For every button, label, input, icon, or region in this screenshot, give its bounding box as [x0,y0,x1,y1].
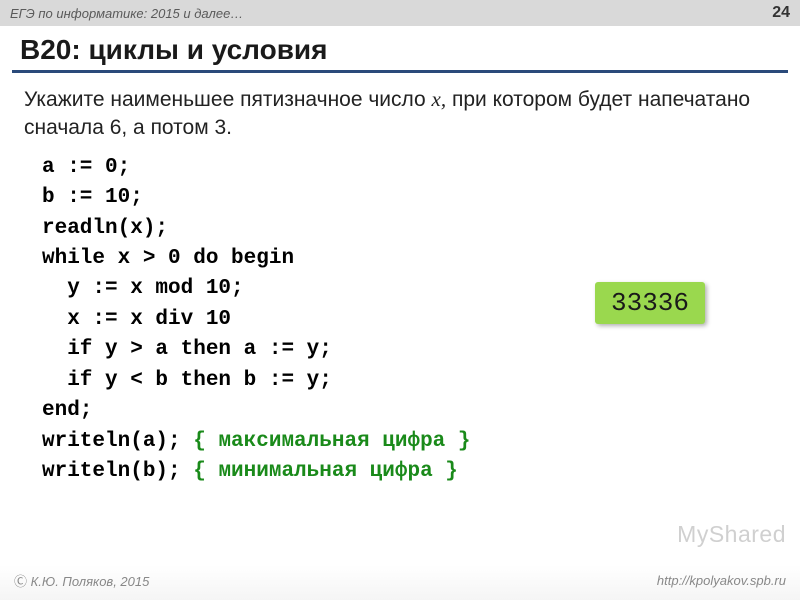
code-line: a := 0; [42,156,130,179]
slide: ЕГЭ по информатике: 2015 и далее… 24 B20… [0,0,800,600]
slide-title: B20: циклы и условия [0,26,800,70]
code-comment: { минимальная цифра } [193,460,458,483]
title-underline [12,70,788,73]
page-number: 24 [772,4,790,22]
question-part1: Укажите наименьшее пятизначное число [24,88,432,111]
answer-box: 33336 [595,282,705,324]
code-line: writeln(a); [42,430,193,453]
code-line: b := 10; [42,186,143,209]
code-comment: { максимальная цифра } [193,430,470,453]
code-line: x := x div 10 [42,308,231,331]
code-line: y := x mod 10; [42,277,244,300]
question-text: Укажите наименьшее пятизначное число x, … [24,85,776,143]
watermark: MyShared [677,521,786,548]
code-line: readln(x); [42,217,168,240]
code-line: writeln(b); [42,460,193,483]
code-line: end; [42,399,92,422]
code-line: if y > a then a := y; [42,338,332,361]
footer-author: К.Ю. Поляков, 2015 [14,571,149,590]
code-line: while x > 0 do begin [42,247,294,270]
footer: К.Ю. Поляков, 2015 http://kpolyakov.spb.… [0,565,800,600]
course-label: ЕГЭ по информатике: 2015 и далее… [10,6,243,21]
footer-url: http://kpolyakov.spb.ru [657,573,786,588]
code-line: if y < b then b := y; [42,369,332,392]
header-bar: ЕГЭ по информатике: 2015 и далее… 24 [0,0,800,26]
question-var: x, [432,87,447,111]
